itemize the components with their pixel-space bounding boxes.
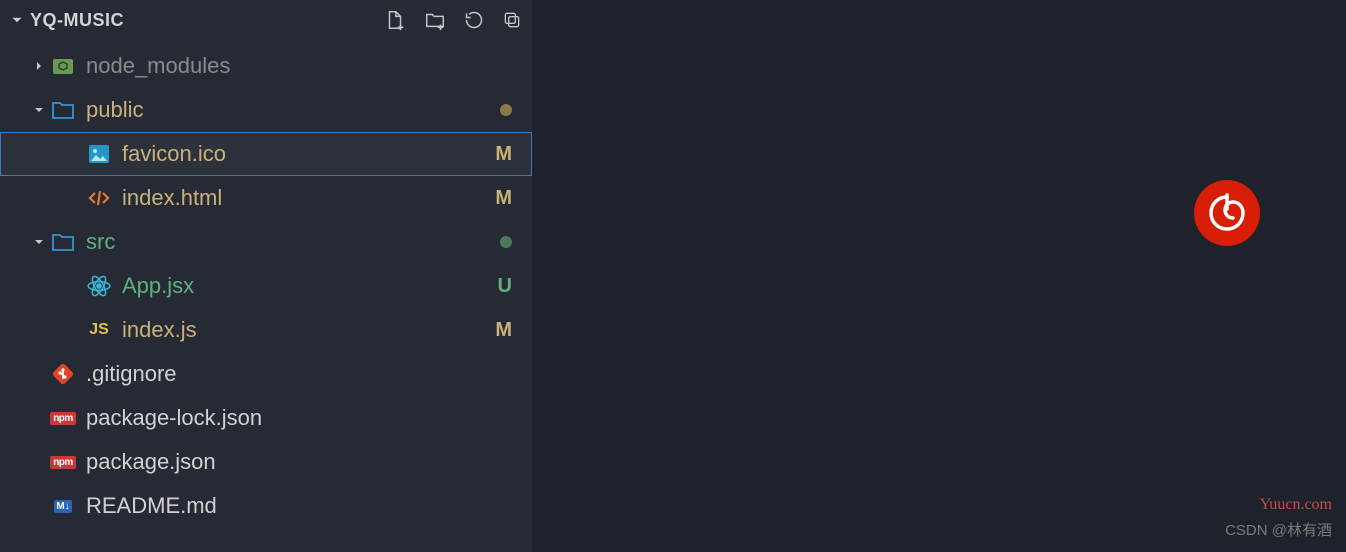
npm-file-icon: npm <box>50 405 76 431</box>
tree-item-app-jsx[interactable]: App.jsx U <box>0 264 532 308</box>
git-file-icon <box>50 361 76 387</box>
file-label: README.md <box>86 493 512 519</box>
watermark-site: Yuucn.com <box>1260 496 1332 514</box>
file-label: index.html <box>122 185 495 211</box>
explorer-sidebar: YQ-MUSIC node_modules <box>0 0 532 552</box>
git-status-badge: M <box>495 319 512 342</box>
refresh-icon[interactable] <box>464 10 484 30</box>
folder-open-icon <box>50 229 76 255</box>
file-label: node_modules <box>86 53 512 79</box>
tree-item-public[interactable]: public <box>0 88 532 132</box>
file-label: public <box>86 97 500 123</box>
git-status-badge: M <box>495 143 512 166</box>
tree-item-favicon[interactable]: favicon.ico M <box>0 132 532 176</box>
editor-area: Yuucn.com CSDN @林有酒 <box>532 0 1346 552</box>
explorer-actions <box>384 9 522 31</box>
file-label: package.json <box>86 449 512 475</box>
git-status-badge: M <box>495 187 512 210</box>
nodejs-folder-icon <box>50 53 76 79</box>
new-file-icon[interactable] <box>384 9 406 31</box>
modified-dot-icon <box>500 104 512 116</box>
collapse-all-icon[interactable] <box>502 10 522 30</box>
git-status-badge: U <box>498 275 512 298</box>
file-tree: node_modules public favicon.ico M <box>0 40 532 552</box>
file-label: .gitignore <box>86 361 512 387</box>
file-label: src <box>86 229 500 255</box>
file-label: package-lock.json <box>86 405 512 431</box>
file-label: index.js <box>122 317 495 343</box>
untracked-dot-icon <box>500 236 512 248</box>
npm-file-icon: npm <box>50 449 76 475</box>
tree-item-package-json[interactable]: npm package.json <box>0 440 532 484</box>
tree-item-src[interactable]: src <box>0 220 532 264</box>
tree-item-readme[interactable]: M↓ README.md <box>0 484 532 528</box>
tree-item-node-modules[interactable]: node_modules <box>0 44 532 88</box>
file-label: favicon.ico <box>122 141 495 167</box>
tree-item-index-js[interactable]: JS index.js M <box>0 308 532 352</box>
project-root[interactable]: YQ-MUSIC <box>8 10 384 31</box>
netease-logo-icon <box>1194 180 1260 246</box>
new-folder-icon[interactable] <box>424 9 446 31</box>
explorer-header: YQ-MUSIC <box>0 0 532 40</box>
project-name: YQ-MUSIC <box>30 10 124 31</box>
markdown-file-icon: M↓ <box>50 493 76 519</box>
watermark-author: CSDN @林有酒 <box>1225 519 1332 540</box>
react-file-icon <box>86 273 112 299</box>
tree-item-gitignore[interactable]: .gitignore <box>0 352 532 396</box>
tree-item-package-lock[interactable]: npm package-lock.json <box>0 396 532 440</box>
js-file-icon: JS <box>86 317 112 343</box>
chevron-down-icon <box>28 102 50 118</box>
file-label: App.jsx <box>122 273 498 299</box>
image-file-icon <box>86 141 112 167</box>
chevron-down-icon <box>8 11 26 29</box>
tree-item-index-html[interactable]: index.html M <box>0 176 532 220</box>
chevron-right-icon <box>28 58 50 74</box>
chevron-down-icon <box>28 234 50 250</box>
folder-open-icon <box>50 97 76 123</box>
html-file-icon <box>86 185 112 211</box>
